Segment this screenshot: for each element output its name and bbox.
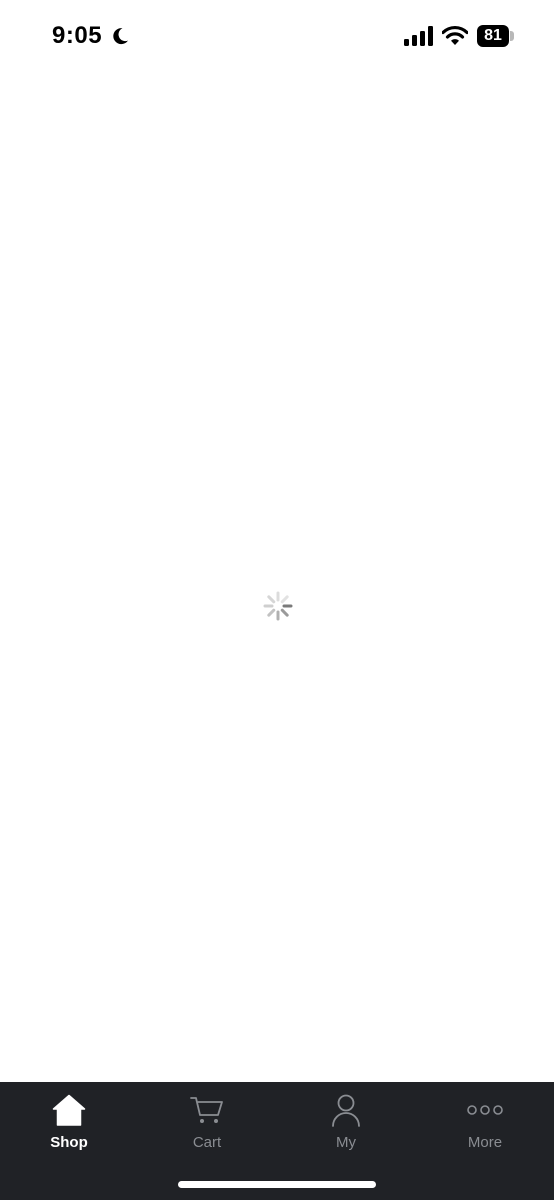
- tab-shop[interactable]: Shop: [0, 1082, 138, 1162]
- home-indicator[interactable]: [178, 1181, 376, 1188]
- tab-cart-label: Cart: [192, 1134, 222, 1151]
- tab-more[interactable]: More: [416, 1082, 554, 1162]
- cart-icon: [189, 1093, 225, 1127]
- tab-shop-label: Shop: [50, 1134, 88, 1151]
- home-icon: [51, 1093, 87, 1127]
- person-icon: [328, 1093, 364, 1127]
- signal-icon: [404, 26, 433, 46]
- status-time: 9:05: [52, 22, 103, 49]
- status-bar: 9:05 81: [0, 0, 554, 74]
- tab-cart[interactable]: Cart: [138, 1082, 276, 1162]
- tab-my-label: My: [336, 1134, 356, 1151]
- tab-more-label: More: [467, 1134, 503, 1151]
- battery-level: 81: [484, 27, 502, 44]
- moon-icon: [113, 28, 128, 45]
- spinner-icon: [263, 591, 293, 621]
- wifi-icon: [442, 25, 468, 45]
- battery-cap: [510, 31, 514, 41]
- tab-my[interactable]: My: [277, 1082, 415, 1162]
- app-screen: 9:05 81 Shop Cart My More: [0, 0, 554, 1200]
- more-icon: [467, 1093, 503, 1127]
- battery-icon: 81: [477, 25, 509, 47]
